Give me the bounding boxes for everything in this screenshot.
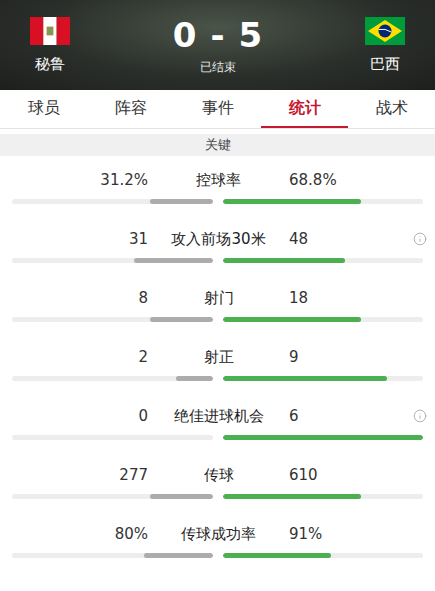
home-bar-fill xyxy=(134,258,212,263)
match-stats-page: 秘鲁 0-5 已结束 巴西球员阵容事件统计战术关键 31.2%控球率68.8% 31攻入前… xyxy=(0,0,435,569)
tab[interactable]: 事件 xyxy=(174,90,261,128)
stat-label: 控球率 xyxy=(148,171,289,190)
home-value: 277 xyxy=(0,466,148,484)
away-bar-fill xyxy=(223,376,387,381)
score: 0-5 xyxy=(173,16,262,54)
stat-label: 射门 xyxy=(148,289,289,308)
home-value: 2 xyxy=(0,348,148,366)
away-bar xyxy=(223,258,424,263)
away-bar xyxy=(223,199,424,204)
stat-values: 0绝佳进球机会6 xyxy=(0,406,435,426)
home-bar-fill xyxy=(150,317,212,322)
away-value: 68.8% xyxy=(289,171,405,189)
away-value: 9 xyxy=(289,348,405,366)
stat-bars xyxy=(0,435,435,440)
stat-values: 277传球610 xyxy=(0,465,435,485)
away-bar xyxy=(223,553,424,558)
stat-label: 攻入前场30米 xyxy=(148,230,289,249)
stat-values: 80%传球成功率91% xyxy=(0,524,435,544)
stat-bars xyxy=(0,199,435,204)
home-bar xyxy=(12,258,213,263)
score-block: 0-5 已结束 xyxy=(90,16,345,74)
stat-bars xyxy=(0,553,435,558)
tab[interactable]: 战术 xyxy=(348,90,435,128)
away-value: 48 xyxy=(289,230,405,248)
info-slot xyxy=(405,409,435,423)
stat-values: 2射正9 xyxy=(0,347,435,367)
away-bar-fill xyxy=(223,435,424,440)
away-bar-fill xyxy=(223,258,345,263)
home-value: 31.2% xyxy=(0,171,148,189)
away-bar-fill xyxy=(223,553,331,558)
stat-row: 0绝佳进球机会6 xyxy=(0,392,435,451)
home-value: 31 xyxy=(0,230,148,248)
away-value: 18 xyxy=(289,289,405,307)
stat-row: 277传球610 xyxy=(0,451,435,510)
home-team[interactable]: 秘鲁 xyxy=(10,17,90,73)
stat-row: 31攻入前场30米48 xyxy=(0,215,435,274)
home-bar xyxy=(12,376,213,381)
stat-bars xyxy=(0,494,435,499)
team-name: 巴西 xyxy=(370,55,400,73)
away-bar-fill xyxy=(223,199,361,204)
team-name: 秘鲁 xyxy=(35,55,65,73)
away-bar xyxy=(223,317,424,322)
match-status: 已结束 xyxy=(200,60,236,74)
stat-bars xyxy=(0,317,435,322)
tab[interactable]: 球员 xyxy=(0,90,87,128)
home-bar-fill xyxy=(150,199,212,204)
stat-row: 2射正9 xyxy=(0,333,435,392)
stat-row: 80%传球成功率91% xyxy=(0,510,435,569)
tab-bar: 球员阵容事件统计战术 xyxy=(0,90,435,129)
home-bar-fill xyxy=(176,376,212,381)
stat-values: 31.2%控球率68.8% xyxy=(0,170,435,190)
info-icon[interactable] xyxy=(413,232,427,246)
away-bar-fill xyxy=(223,317,361,322)
info-slot xyxy=(405,232,435,246)
stat-row: 8射门18 xyxy=(0,274,435,333)
stat-bars xyxy=(0,258,435,263)
stat-label: 绝佳进球机会 xyxy=(148,407,289,426)
away-bar xyxy=(223,435,424,440)
home-bar xyxy=(12,199,213,204)
away-value: 91% xyxy=(289,525,405,543)
home-bar-fill xyxy=(144,553,212,558)
home-bar-fill xyxy=(150,494,212,499)
away-team[interactable]: 巴西 xyxy=(345,17,425,73)
match-header: 秘鲁 0-5 已结束 巴西 xyxy=(0,0,435,90)
away-bar-fill xyxy=(223,494,361,499)
tab[interactable]: 统计 xyxy=(261,90,348,128)
info-icon[interactable] xyxy=(413,409,427,423)
stat-bars xyxy=(0,376,435,381)
stat-values: 8射门18 xyxy=(0,288,435,308)
home-value: 80% xyxy=(0,525,148,543)
stat-label: 传球成功率 xyxy=(148,525,289,544)
home-bar xyxy=(12,553,213,558)
stat-label: 射正 xyxy=(148,348,289,367)
away-bar xyxy=(223,494,424,499)
brazil-flag-icon xyxy=(365,17,405,45)
home-bar xyxy=(12,435,213,440)
stat-label: 传球 xyxy=(148,466,289,485)
home-bar xyxy=(12,317,213,322)
home-value: 0 xyxy=(0,407,148,425)
stat-values: 31攻入前场30米48 xyxy=(0,229,435,249)
home-value: 8 xyxy=(0,289,148,307)
stat-row: 31.2%控球率68.8% xyxy=(0,156,435,215)
peru-flag-icon xyxy=(30,17,70,45)
tab[interactable]: 阵容 xyxy=(87,90,174,128)
section-header: 关键 xyxy=(0,134,435,156)
away-bar xyxy=(223,376,424,381)
away-value: 610 xyxy=(289,466,405,484)
away-value: 6 xyxy=(289,407,405,425)
home-bar xyxy=(12,494,213,499)
